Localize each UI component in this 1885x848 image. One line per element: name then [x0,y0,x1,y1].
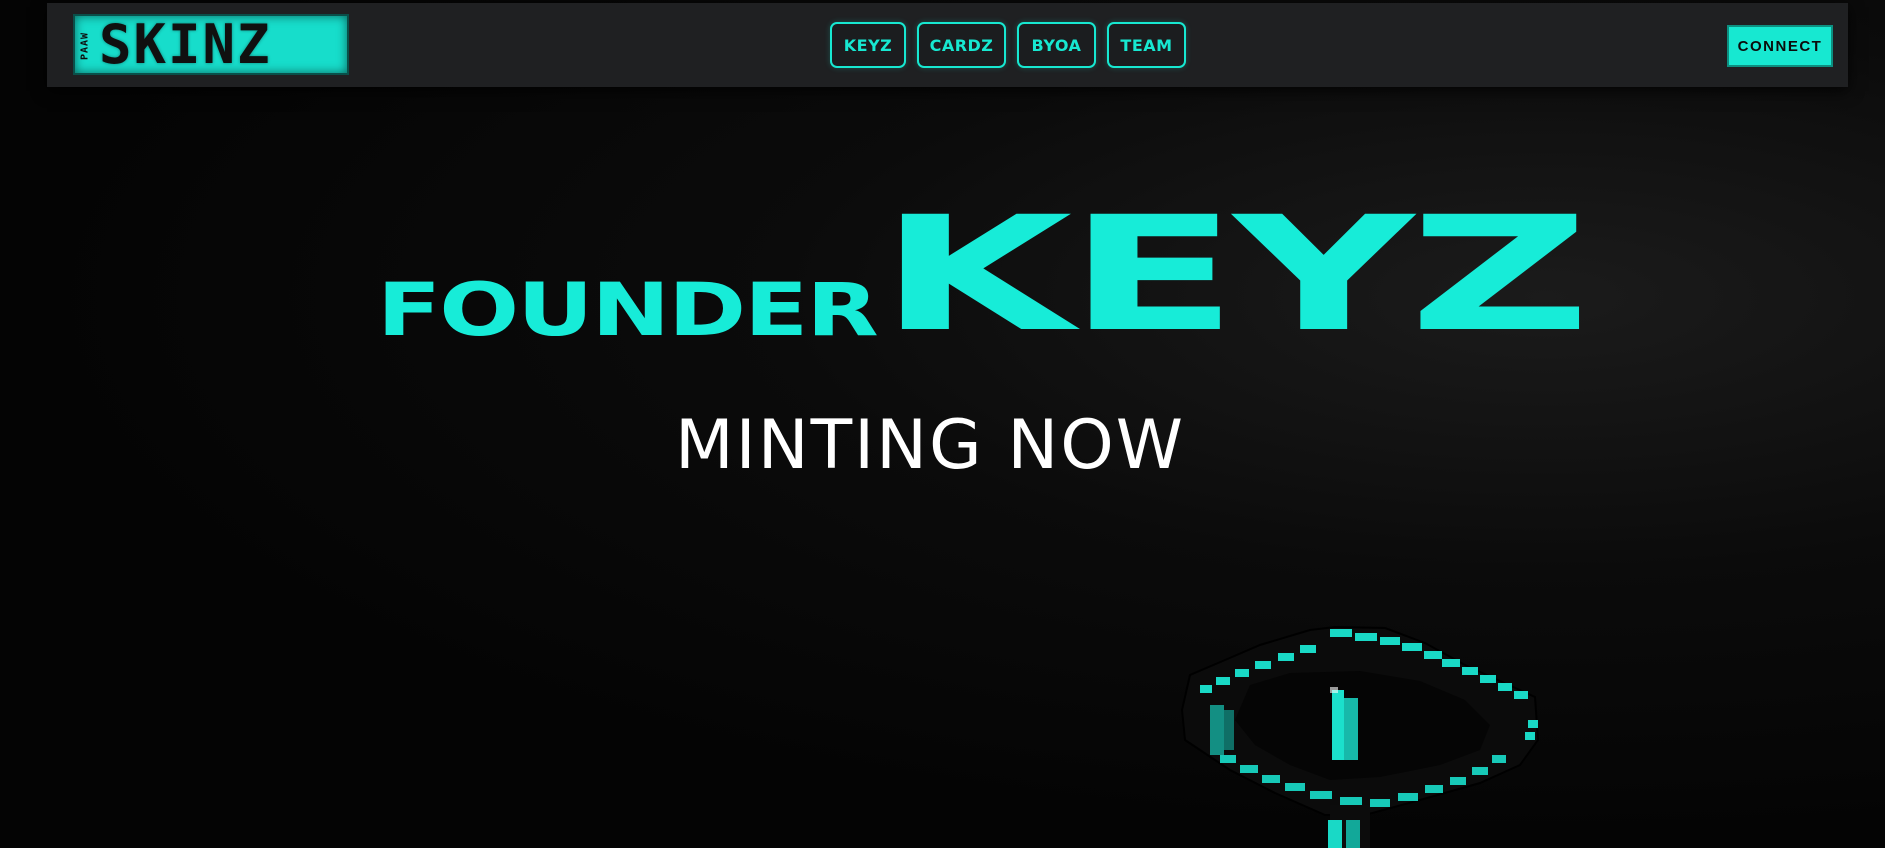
minting-now-subtitle: MINTING NOW [675,406,1185,485]
voxel-key-icon [1180,625,1540,848]
logo-small-text: PAAW [79,31,91,61]
hero-title: FOUNDER KEYZ [377,196,1590,356]
hero-title-founder: FOUNDER [377,267,879,353]
nav-keyz-button[interactable]: KEYZ [830,22,906,68]
nav-team-button[interactable]: TEAM [1107,22,1186,68]
nav-byoa-button[interactable]: BYOA [1017,22,1096,68]
nav-cardz-button[interactable]: CARDZ [917,22,1006,68]
top-navbar: PAAW SKINZ KEYZ CARDZ BYOA TEAM CONNECT [47,3,1848,87]
connect-wallet-button[interactable]: CONNECT [1727,25,1833,67]
logo-text: SKINZ [99,13,272,76]
hero-title-keyz: KEYZ [879,183,1590,367]
skinz-logo[interactable]: PAAW SKINZ [73,14,349,75]
nav-links: KEYZ CARDZ BYOA TEAM [830,22,1186,68]
